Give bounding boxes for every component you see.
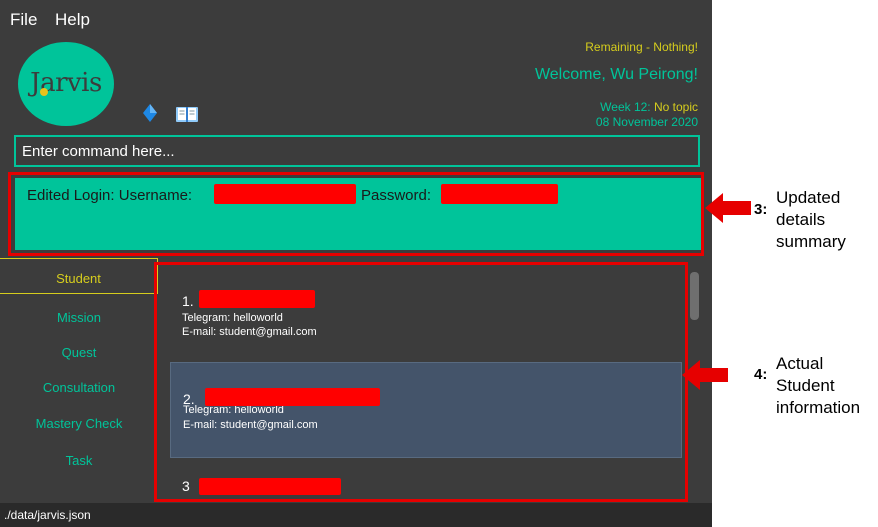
annotation-text-3-line3: summary xyxy=(776,232,846,251)
tab-mission[interactable]: Mission xyxy=(0,310,158,325)
week-label: Week 12: xyxy=(600,100,654,114)
data-file-path: ./data/jarvis.json xyxy=(4,508,91,522)
status-bar: ./data/jarvis.json xyxy=(0,503,712,527)
annotation-number-4: 4: xyxy=(754,366,768,383)
jarvis-logo: Jarvis xyxy=(18,42,114,126)
tab-mastery-check[interactable]: Mastery Check xyxy=(0,416,158,431)
arrow-left-icon xyxy=(705,193,751,223)
annotation-text-4-line3: information xyxy=(776,398,861,417)
annotation-box-3 xyxy=(8,172,704,256)
stage: File Help Jarvis Remaining - Nothing! We… xyxy=(0,0,878,527)
week-info: Week 12: No topic xyxy=(600,100,698,114)
remaining-tasks-text: Remaining - Nothing! xyxy=(585,40,698,54)
menu-help[interactable]: Help xyxy=(55,10,90,30)
tab-task[interactable]: Task xyxy=(0,453,158,468)
annotation-text-4-line2: Student xyxy=(776,376,835,395)
book-icon[interactable] xyxy=(176,106,198,122)
annotation-text-3-line2: details xyxy=(776,210,826,229)
list-scrollbar[interactable] xyxy=(690,272,699,320)
arrow-left-icon xyxy=(682,360,728,390)
date-text: 08 November 2020 xyxy=(595,115,698,129)
annotation-number-3: 3: xyxy=(754,201,768,218)
annotation-text-4-line1: Actual xyxy=(776,354,824,373)
tab-consultation[interactable]: Consultation xyxy=(0,380,158,395)
command-box xyxy=(14,135,700,167)
menu-bar: File Help xyxy=(0,0,712,36)
tab-sidebar: Student Mission Quest Consultation Maste… xyxy=(0,258,158,503)
gem-icon[interactable] xyxy=(143,104,157,122)
tab-quest[interactable]: Quest xyxy=(0,345,158,360)
week-topic: No topic xyxy=(653,100,698,114)
command-input[interactable] xyxy=(16,137,698,165)
tab-student[interactable]: Student xyxy=(0,258,158,294)
logo-dot xyxy=(40,88,48,96)
annotation-text-3-line1: Updated xyxy=(776,188,841,207)
annotation-box-4 xyxy=(154,262,688,502)
menu-file[interactable]: File xyxy=(10,10,37,30)
welcome-text: Welcome, Wu Peirong! xyxy=(534,66,698,83)
logo-text: Jarvis xyxy=(30,68,102,98)
